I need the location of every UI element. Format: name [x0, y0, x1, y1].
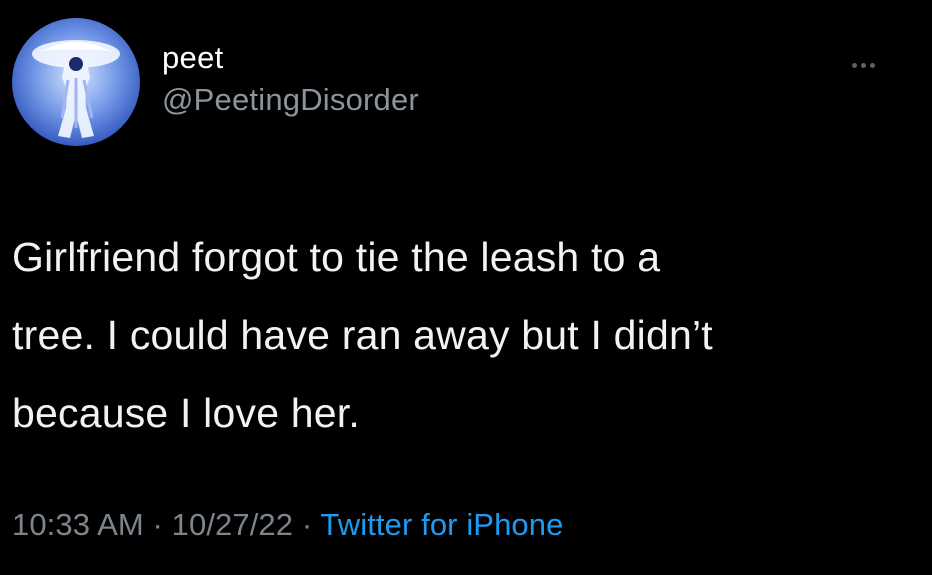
user-info: peet @PeetingDisorder [162, 40, 419, 120]
more-horizontal-icon[interactable] [852, 58, 882, 72]
more-dot [870, 62, 875, 68]
avatar-image [32, 40, 120, 138]
avatar[interactable] [12, 18, 140, 146]
tweet-time[interactable]: 10:33 AM [12, 507, 144, 542]
tweet-text-line: tree. I could have ran away but I didn’t [12, 312, 713, 358]
tweet-text: Girlfriend forgot to tie the leash to a t… [12, 218, 912, 452]
display-name[interactable]: peet [162, 40, 419, 76]
tweet-source-link[interactable]: Twitter for iPhone [320, 507, 563, 542]
more-dot [852, 62, 857, 68]
tweet-metadata: 10:33 AM · 10/27/22 · Twitter for iPhone [12, 503, 563, 547]
tweet-text-line: because I love her. [12, 390, 360, 436]
more-dot [861, 62, 866, 68]
tweet-card: peet @PeetingDisorder Girlfriend forgot … [0, 0, 932, 575]
user-handle[interactable]: @PeetingDisorder [162, 80, 419, 120]
meta-separator: · [293, 507, 321, 542]
meta-separator: · [143, 507, 172, 542]
tweet-text-line: Girlfriend forgot to tie the leash to a [12, 234, 661, 280]
tweet-date[interactable]: 10/27/22 [172, 507, 293, 542]
